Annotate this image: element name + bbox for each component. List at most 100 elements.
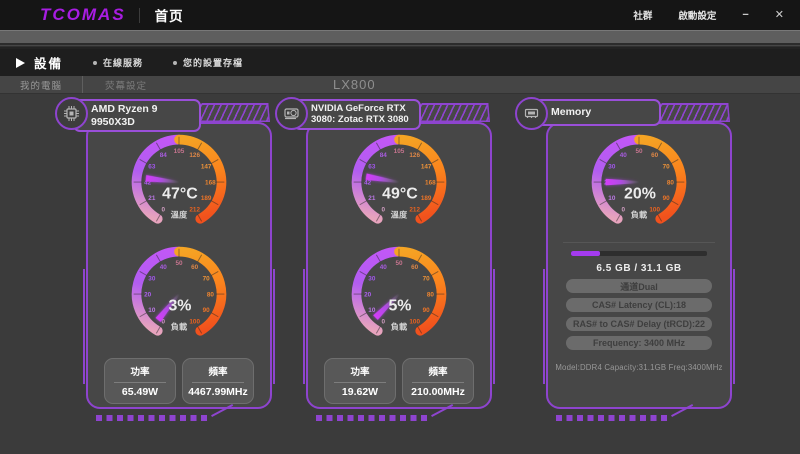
memory-usage-fill xyxy=(571,251,600,256)
svg-text:50: 50 xyxy=(635,148,643,155)
svg-text:3%: 3% xyxy=(168,297,191,314)
nav-settings-archive[interactable]: 您的設置存檔 xyxy=(173,56,243,69)
svg-text:30: 30 xyxy=(608,164,616,171)
svg-text:84: 84 xyxy=(380,152,388,159)
gpu-panel-body: 021426384105126147168189212 49°C 溫度 0102… xyxy=(306,122,492,409)
cpu-temp-gauge: 021426384105126147168189212 47°C 溫度 xyxy=(120,129,238,239)
close-icon[interactable]: ✕ xyxy=(775,10,784,21)
gpu-power-stat: 功率 19.62W xyxy=(324,358,396,404)
tab-row: 我的電腦 荧幕設定 LX800 xyxy=(0,76,800,94)
svg-text:100: 100 xyxy=(649,206,660,213)
svg-text:189: 189 xyxy=(201,195,212,202)
svg-text:126: 126 xyxy=(409,152,420,159)
svg-text:負載: 負載 xyxy=(391,321,408,331)
nav-online-service[interactable]: 在線服務 xyxy=(93,56,143,69)
gpu-temp-gauge: 021426384105126147168189212 49°C 溫度 xyxy=(340,129,458,239)
svg-text:溫度: 溫度 xyxy=(171,209,188,219)
svg-text:30: 30 xyxy=(368,276,376,283)
svg-text:80: 80 xyxy=(667,179,675,186)
memory-channel-row: 通道Dual xyxy=(566,279,712,293)
svg-text:100: 100 xyxy=(189,318,200,325)
svg-text:負載: 負載 xyxy=(631,209,648,219)
svg-text:147: 147 xyxy=(201,164,212,171)
cpu-chip-icon xyxy=(55,97,88,130)
svg-text:47°C: 47°C xyxy=(162,185,198,202)
svg-text:84: 84 xyxy=(160,152,168,159)
svg-text:60: 60 xyxy=(411,264,419,271)
menu-launch-settings[interactable]: 啟動設定 xyxy=(678,8,716,22)
nav-row: 設備 在線服務 您的設置存檔 xyxy=(0,49,800,76)
svg-text:49°C: 49°C xyxy=(382,185,418,202)
svg-text:70: 70 xyxy=(663,164,671,171)
memory-icon xyxy=(515,97,548,130)
svg-text:30: 30 xyxy=(148,276,156,283)
header-strip xyxy=(0,30,800,43)
titlebar-divider xyxy=(139,8,140,23)
svg-text:溫度: 溫度 xyxy=(391,209,408,219)
svg-text:0: 0 xyxy=(382,318,386,325)
svg-text:90: 90 xyxy=(423,307,431,314)
app-logo: TCOMAS xyxy=(40,5,126,25)
svg-text:212: 212 xyxy=(409,206,420,213)
svg-text:21: 21 xyxy=(368,195,376,202)
memory-frequency-row: Frequency: 3400 MHz xyxy=(566,336,712,350)
memory-panel: Memory 0102030405060708090100 20% 負載 xyxy=(546,97,732,427)
cpu-frequency-stat: 頻率 4467.99MHz xyxy=(182,358,254,404)
tab-screen-settings[interactable]: 荧幕設定 xyxy=(83,78,169,92)
dash-decoration xyxy=(96,415,208,421)
svg-text:20%: 20% xyxy=(624,185,656,202)
dash-decoration xyxy=(316,415,428,421)
svg-text:0: 0 xyxy=(162,206,166,213)
dashboard: AMD Ryzen 9 9950X3D 02142638410512614716… xyxy=(0,94,800,454)
memory-cas-latency-row: CAS# Latency (CL):18 xyxy=(566,298,712,312)
svg-text:105: 105 xyxy=(174,148,185,155)
titlebar: TCOMAS 首页 社群 啟動設定 − ✕ xyxy=(0,0,800,30)
svg-text:60: 60 xyxy=(191,264,199,271)
nav-devices[interactable]: 設備 xyxy=(16,53,63,72)
svg-text:10: 10 xyxy=(368,307,376,314)
minimize-icon[interactable]: − xyxy=(742,10,748,21)
tab-my-computer[interactable]: 我的電腦 xyxy=(0,78,82,92)
bullet-icon xyxy=(93,61,97,65)
tab-device-model[interactable]: LX800 xyxy=(333,77,376,92)
cpu-panel-body: 021426384105126147168189212 47°C 溫度 0102… xyxy=(86,122,272,409)
cpu-power-stat: 功率 65.49W xyxy=(104,358,176,404)
svg-text:50: 50 xyxy=(175,260,183,267)
memory-load-gauge: 0102030405060708090100 20% 負載 xyxy=(580,129,698,239)
svg-text:63: 63 xyxy=(368,164,376,171)
svg-text:63: 63 xyxy=(148,164,156,171)
svg-text:0: 0 xyxy=(382,206,386,213)
svg-text:70: 70 xyxy=(423,276,431,283)
svg-text:負載: 負載 xyxy=(171,321,188,331)
svg-text:126: 126 xyxy=(189,152,200,159)
gpu-load-gauge: 0102030405060708090100 5% 負載 xyxy=(340,241,458,351)
memory-trcd-row: RAS# to CAS# Delay (tRCD):22 xyxy=(566,317,712,331)
svg-text:168: 168 xyxy=(205,179,216,186)
svg-text:168: 168 xyxy=(425,179,436,186)
play-triangle-icon xyxy=(16,58,25,68)
svg-text:90: 90 xyxy=(663,195,671,202)
svg-text:105: 105 xyxy=(394,148,405,155)
svg-text:20: 20 xyxy=(144,291,152,298)
svg-text:90: 90 xyxy=(203,307,211,314)
gpu-card-icon xyxy=(275,97,308,130)
memory-usage-text: 6.5 GB / 31.1 GB xyxy=(596,263,681,274)
page-title[interactable]: 首页 xyxy=(155,5,184,25)
gpu-panel: NVIDIA GeForce RTX 3080: Zotac RTX 3080 … xyxy=(306,97,492,427)
svg-text:189: 189 xyxy=(421,195,432,202)
menu-community[interactable]: 社群 xyxy=(633,8,652,22)
svg-text:40: 40 xyxy=(620,152,628,159)
svg-text:20: 20 xyxy=(364,291,372,298)
memory-usage-bar xyxy=(571,251,707,256)
svg-text:60: 60 xyxy=(651,152,659,159)
svg-text:147: 147 xyxy=(421,164,432,171)
svg-text:80: 80 xyxy=(427,291,435,298)
svg-text:21: 21 xyxy=(148,195,156,202)
svg-text:40: 40 xyxy=(160,264,168,271)
memory-model-line: Model:DDR4 Capacity:31.1GB Freq:3400MHz xyxy=(555,363,722,372)
cpu-title: AMD Ryzen 9 9950X3D xyxy=(73,99,201,132)
svg-text:10: 10 xyxy=(608,195,616,202)
svg-text:40: 40 xyxy=(380,264,388,271)
divider xyxy=(563,242,715,243)
gpu-frequency-stat: 頻率 210.00MHz xyxy=(402,358,474,404)
